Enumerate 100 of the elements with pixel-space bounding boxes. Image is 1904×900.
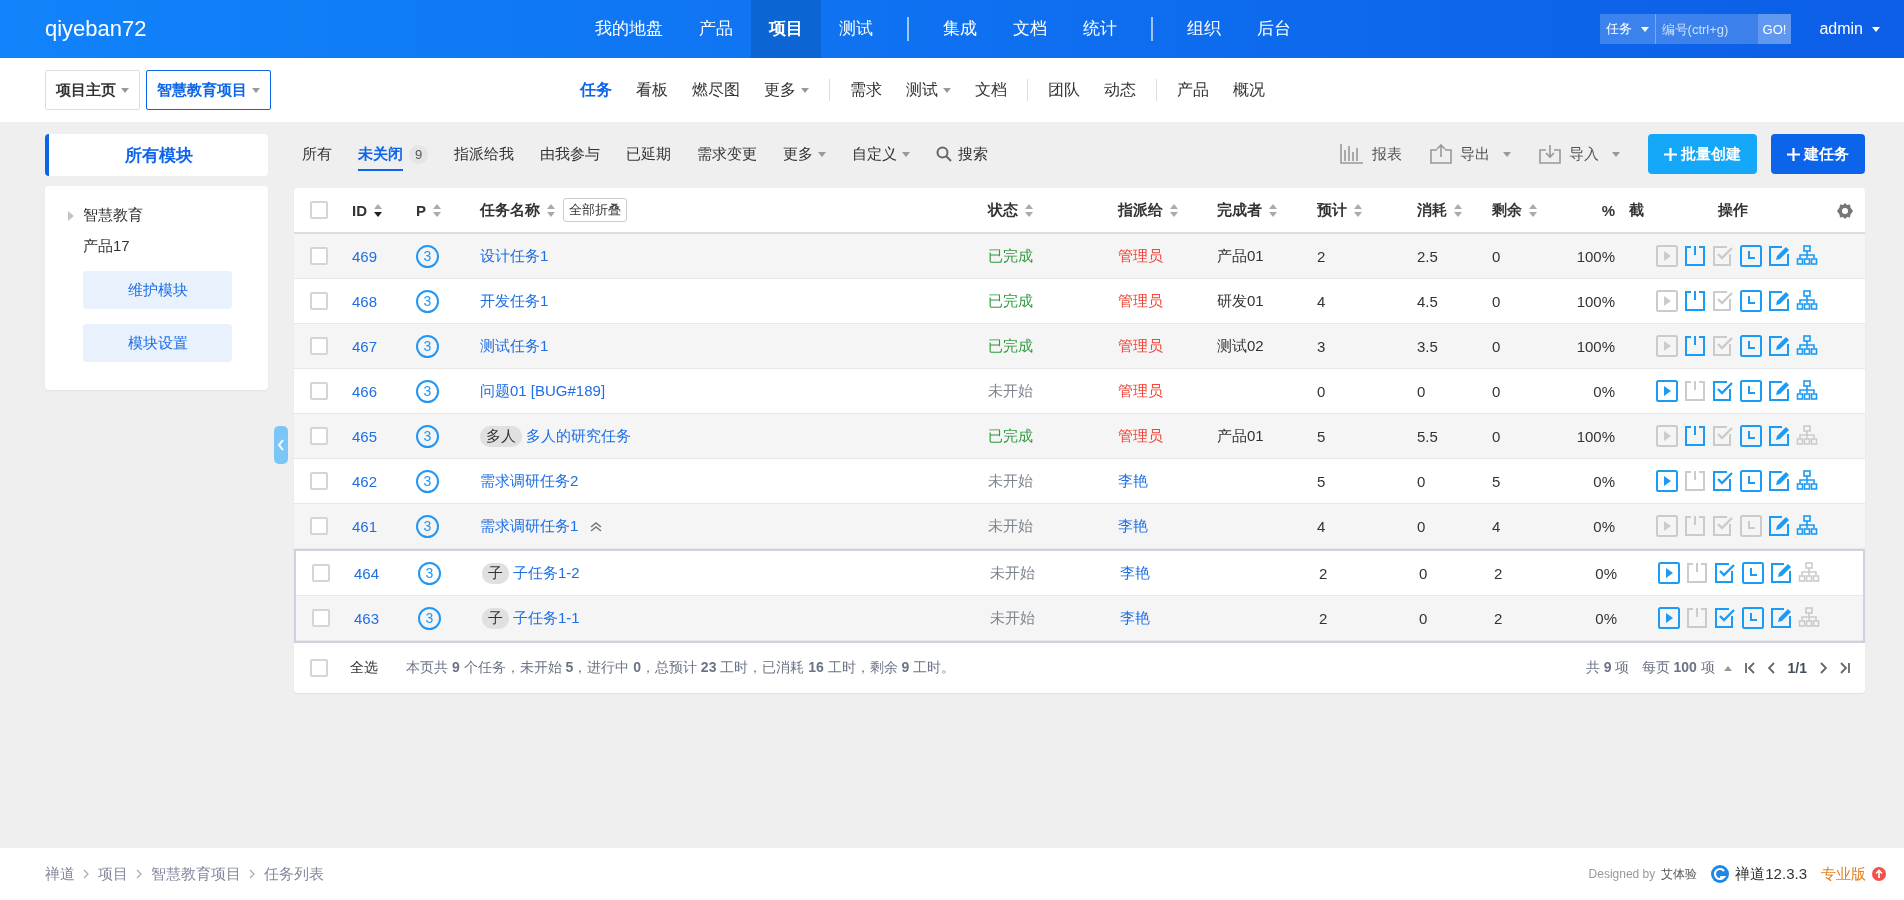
upgrade-icon[interactable] [1872, 867, 1886, 881]
square-bar-icon[interactable] [1684, 245, 1706, 267]
checkbox[interactable] [312, 564, 330, 582]
checkbox[interactable] [312, 609, 330, 627]
breadcrumb-dropdown[interactable]: 智慧教育项目 [146, 70, 271, 110]
column-header[interactable]: 剩余 [1492, 200, 1522, 220]
checkbox[interactable] [310, 382, 328, 400]
play-icon[interactable] [1656, 245, 1678, 267]
hierarchy-icon[interactable] [1796, 515, 1818, 537]
breadcrumb-link[interactable]: 禅道 [45, 864, 75, 884]
checkbox-icon[interactable] [1714, 607, 1736, 629]
task-id[interactable]: 469 [352, 247, 378, 265]
chevron-up-icon[interactable] [590, 520, 603, 532]
checkbox[interactable] [310, 292, 328, 310]
square-l-icon[interactable] [1740, 335, 1762, 357]
square-l-icon[interactable] [1740, 425, 1762, 447]
export-button[interactable]: 导出 [1430, 144, 1511, 164]
sort-icon[interactable] [374, 203, 382, 217]
import-icon[interactable] [1539, 144, 1561, 164]
tree-item[interactable]: 产品17 [83, 237, 130, 256]
square-l-icon[interactable] [1740, 515, 1762, 537]
assignee-link[interactable]: 李艳 [1118, 516, 1148, 536]
breadcrumb-dropdown[interactable]: 项目主页 [45, 70, 140, 110]
checkbox-icon[interactable] [1712, 515, 1734, 537]
collapse-handle-icon[interactable] [274, 426, 288, 464]
go-button[interactable]: GO! [1757, 14, 1792, 44]
square-bar-icon[interactable] [1686, 607, 1708, 629]
checkbox[interactable] [310, 247, 328, 265]
task-name-link[interactable]: 问题01 [BUG#189] [480, 381, 606, 401]
checkbox[interactable] [310, 201, 328, 219]
collapse-all-button[interactable]: 全部折叠 [563, 198, 627, 222]
search-icon[interactable] [936, 146, 953, 162]
play-icon[interactable] [1658, 607, 1680, 629]
nav-item[interactable]: 组织 [1169, 0, 1239, 58]
column-header[interactable]: 预计 [1317, 200, 1347, 220]
checkbox-icon[interactable] [1712, 245, 1734, 267]
task-id[interactable]: 464 [354, 564, 380, 582]
filter-tab[interactable]: 由我参与 [540, 136, 601, 172]
module-tab[interactable]: 任务 [568, 79, 624, 101]
hierarchy-icon[interactable] [1798, 607, 1820, 629]
search-field[interactable]: 编号(ctrl+g) [1655, 14, 1758, 44]
task-id[interactable]: 466 [352, 382, 378, 400]
play-icon[interactable] [1656, 515, 1678, 537]
breadcrumb-link[interactable]: 任务列表 [264, 864, 324, 884]
hierarchy-icon[interactable] [1796, 425, 1818, 447]
hierarchy-icon[interactable] [1796, 380, 1818, 402]
checkbox-icon[interactable] [1712, 380, 1734, 402]
module-tab[interactable]: 测试 [894, 79, 963, 101]
assignee-link[interactable]: 管理员 [1118, 291, 1163, 311]
module-tab[interactable]: 动态 [1092, 79, 1148, 101]
task-id[interactable]: 461 [352, 517, 378, 535]
square-bar-icon[interactable] [1684, 425, 1706, 447]
filter-tab[interactable]: 所有 [302, 136, 332, 172]
checkbox-icon[interactable] [1712, 290, 1734, 312]
assignee-link[interactable]: 管理员 [1118, 426, 1163, 446]
hierarchy-icon[interactable] [1796, 290, 1818, 312]
first-page-icon[interactable] [1743, 662, 1756, 674]
task-name-link[interactable]: 需求调研任务2 [480, 471, 579, 491]
task-id[interactable]: 465 [352, 427, 378, 445]
nav-item[interactable]: 文档 [995, 0, 1065, 58]
square-bar-icon[interactable] [1684, 380, 1706, 402]
square-l-icon[interactable] [1740, 290, 1762, 312]
filter-tab[interactable]: 指派给我 [454, 136, 515, 172]
module-tab[interactable]: 看板 [624, 79, 680, 101]
edit-icon[interactable] [1768, 380, 1790, 402]
task-name-link[interactable]: 子任务1-1 [513, 608, 580, 628]
search-link[interactable]: 搜索 [936, 136, 989, 172]
module-tab[interactable]: 团队 [1036, 79, 1092, 101]
settings-icon[interactable] [1837, 203, 1853, 219]
tree-item[interactable]: 智慧教育 [83, 206, 143, 225]
triangle-right-icon[interactable] [67, 210, 75, 221]
hierarchy-icon[interactable] [1796, 245, 1818, 267]
assignee-link[interactable]: 管理员 [1118, 381, 1163, 401]
filter-tab[interactable]: 更多 [783, 136, 827, 172]
module-tab[interactable]: 燃尽图 [680, 79, 752, 101]
task-name-link[interactable]: 需求调研任务1 [480, 516, 579, 536]
square-bar-icon[interactable] [1684, 290, 1706, 312]
checkbox-icon[interactable] [1712, 425, 1734, 447]
nav-item[interactable]: 产品 [681, 0, 751, 58]
filter-tab[interactable]: 未关闭 [358, 137, 403, 171]
play-icon[interactable] [1656, 470, 1678, 492]
checkbox-icon[interactable] [1712, 470, 1734, 492]
task-name-link[interactable]: 多人的研究任务 [526, 426, 631, 446]
next-page-icon[interactable] [1819, 662, 1827, 674]
checkbox[interactable] [310, 659, 328, 677]
edit-icon[interactable] [1768, 245, 1790, 267]
search-type-select[interactable]: 任务 [1599, 14, 1656, 44]
assignee-link[interactable]: 李艳 [1120, 563, 1150, 583]
square-l-icon[interactable] [1740, 470, 1762, 492]
hierarchy-icon[interactable] [1798, 562, 1820, 584]
edit-icon[interactable] [1768, 470, 1790, 492]
user-menu[interactable]: admin [1813, 19, 1886, 39]
create-button[interactable]: 建任务 [1771, 134, 1865, 174]
task-name-link[interactable]: 测试任务1 [480, 336, 549, 356]
last-page-icon[interactable] [1839, 662, 1851, 674]
designer-link[interactable]: 艾体验 [1661, 865, 1698, 883]
column-header[interactable]: 指派给 [1118, 200, 1163, 220]
hierarchy-icon[interactable] [1796, 470, 1818, 492]
play-icon[interactable] [1656, 425, 1678, 447]
select-all-label[interactable]: 全选 [350, 659, 378, 677]
